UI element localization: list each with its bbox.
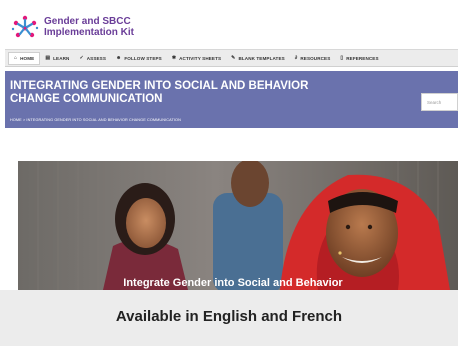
website-screenshot: Gender and SBCC Implementation Kit ⌂ HOM…	[5, 8, 458, 290]
hero-caption: Integrate Gender into Social and Behavio…	[123, 277, 343, 289]
main-nav: ⌂ HOME ▤ LEARN ✓ ASSESS ☻ FOLLOW STEPS ✱…	[5, 49, 458, 67]
caption-panel: Available in English and French	[0, 290, 458, 346]
nav-label: ACTIVITY SHEETS	[179, 55, 222, 61]
hero-photo: Integrate Gender into Social and Behavio…	[18, 161, 458, 290]
nav-label: RESOURCES	[300, 55, 331, 61]
nav-label: REFERENCES	[346, 55, 379, 61]
main-content: Integrate Gender into Social and Behavio…	[5, 128, 458, 290]
home-icon: ⌂	[14, 55, 18, 61]
nav-item-references[interactable]: ▯ REFERENCES	[335, 52, 383, 65]
screenshot-frame: Gender and SBCC Implementation Kit ⌂ HOM…	[0, 0, 458, 346]
nav-item-resources[interactable]: ∂ RESOURCES	[290, 52, 336, 65]
document-icon: ▯	[340, 55, 344, 61]
nav-label: LEARN	[53, 55, 70, 61]
nav-label: FOLLOW STEPS	[124, 55, 162, 61]
gear-icon: ✱	[171, 55, 177, 61]
logo-text[interactable]: Gender and SBCC Implementation Kit	[44, 16, 134, 38]
breadcrumb[interactable]: HOME > INTEGRATING GENDER INTO SOCIAL AN…	[10, 118, 181, 122]
logo-title-line1: Gender and SBCC	[44, 16, 131, 27]
book-icon: ▤	[45, 55, 51, 61]
logo-icon[interactable]	[10, 13, 40, 43]
page-title: INTEGRATING GENDER INTO SOCIAL AND BEHAV…	[10, 80, 309, 105]
hero-image: Integrate Gender into Social and Behavio…	[18, 161, 458, 290]
checkmark-icon: ✓	[79, 55, 84, 61]
nav-item-activity-sheets[interactable]: ✱ ACTIVITY SHEETS	[167, 52, 226, 65]
nav-item-learn[interactable]: ▤ LEARN	[40, 52, 74, 65]
nav-item-blank-templates[interactable]: ✎ BLANK TEMPLATES	[226, 52, 290, 65]
people-icon: ☻	[116, 55, 122, 61]
nav-label: ASSESS	[86, 55, 107, 61]
nav-item-follow-steps[interactable]: ☻ FOLLOW STEPS	[111, 52, 167, 65]
nav-item-assess[interactable]: ✓ ASSESS	[74, 52, 111, 65]
pencil-icon: ✎	[231, 55, 236, 61]
nav-item-home[interactable]: ⌂ HOME	[8, 51, 41, 65]
site-header: Gender and SBCC Implementation Kit	[5, 8, 458, 48]
nav-label: BLANK TEMPLATES	[238, 55, 285, 61]
search-input[interactable]: Search	[421, 93, 458, 111]
paperclip-icon: ∂	[294, 55, 298, 61]
availability-caption: Available in English and French	[115, 308, 343, 325]
page-banner: INTEGRATING GENDER INTO SOCIAL AND BEHAV…	[5, 71, 458, 128]
nav-label: HOME	[20, 55, 35, 61]
logo-title-line2: Implementation Kit	[44, 27, 135, 38]
